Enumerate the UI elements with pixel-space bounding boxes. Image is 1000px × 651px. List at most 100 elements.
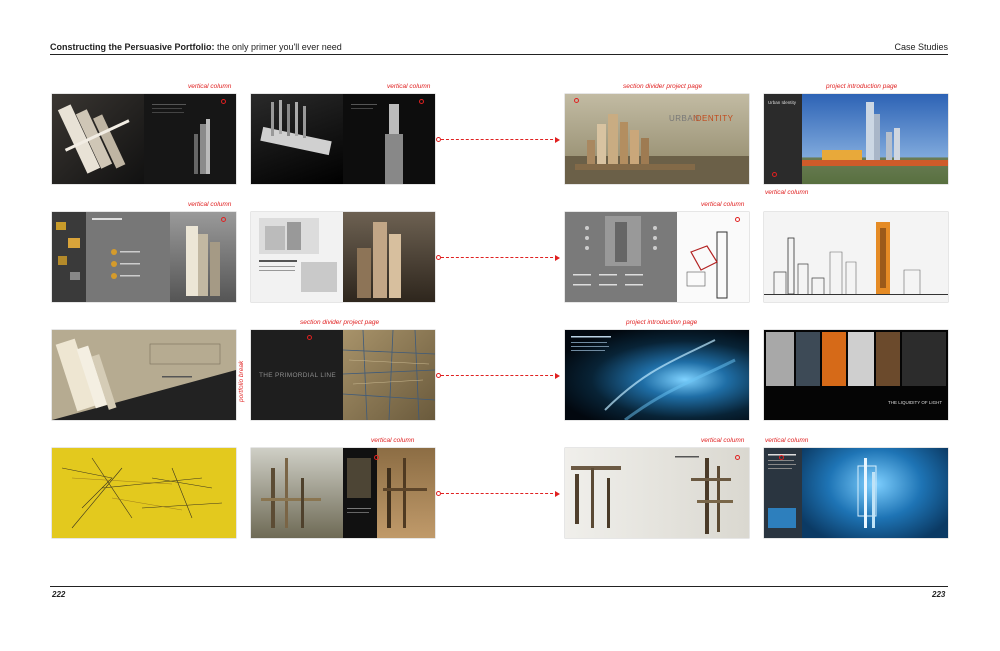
- model-photo: [261, 458, 321, 528]
- annotation-label: vertical column: [701, 201, 745, 208]
- sketch-page: [259, 218, 337, 292]
- liquidity-title: THE LIQUIDITY OF LIGHT: [888, 400, 943, 405]
- skyline-photo: [802, 102, 948, 166]
- column-text: [347, 458, 371, 513]
- model-photo: [152, 104, 210, 174]
- spread-thumbnail: [52, 94, 236, 184]
- spread-right-page: [802, 94, 948, 184]
- annotation-marker: [779, 455, 784, 460]
- model-photo: [357, 222, 401, 298]
- column-text: [768, 454, 796, 528]
- light-photo-strip: [766, 332, 946, 386]
- model-photo: [52, 330, 236, 420]
- arrow-origin-marker: [436, 373, 441, 378]
- annotation-label: vertical column: [701, 437, 745, 444]
- spread-left-page: [764, 448, 802, 538]
- arrow-origin-marker: [436, 491, 441, 496]
- spread-thumbnail: [251, 94, 435, 184]
- spread-thumbnail: [52, 448, 236, 538]
- light-photo: [571, 336, 736, 420]
- annotation-label: section divider project page: [623, 83, 703, 90]
- spread-left-page: [565, 212, 677, 302]
- spread-thumbnail: [565, 448, 749, 538]
- spread-thumbnail: [764, 212, 948, 302]
- spread-thumbnail: [565, 212, 749, 302]
- spread-left-page: THE PRIMORDIAL LINE: [251, 330, 343, 420]
- relation-arrow: [436, 254, 560, 261]
- spread-thumbnail: URBAN IDENTITY: [565, 94, 749, 184]
- site-map: [56, 222, 80, 280]
- section-drawing: [686, 231, 728, 299]
- arrow-origin-marker: [436, 137, 441, 142]
- spread-right-page: [343, 212, 435, 302]
- spread-thumbnail: Urban Identity: [764, 94, 948, 184]
- spread-thumbnail: [565, 330, 749, 420]
- annotation-label: project introduction page: [826, 83, 898, 90]
- annotation-marker: [735, 217, 740, 222]
- spread-right-page: [342, 330, 435, 420]
- spread-left-page: [52, 212, 86, 302]
- model-photo: [186, 226, 220, 296]
- model-photo: [351, 104, 403, 184]
- diagram-page: [573, 216, 657, 286]
- model-photo: [57, 104, 130, 174]
- arrow-origin-marker: [436, 255, 441, 260]
- spread-left-page: Urban Identity: [764, 94, 802, 184]
- primordial-line-title: THE PRIMORDIAL LINE: [259, 372, 336, 379]
- skyline-drawing: [764, 212, 948, 302]
- intro-title: Urban Identity: [768, 100, 797, 105]
- spread-middle-page: [86, 212, 170, 302]
- page-number-left: 222: [52, 590, 66, 599]
- spread-right-page: [377, 448, 435, 538]
- spread-right-page: [343, 94, 435, 184]
- spread-left-page: [251, 94, 343, 184]
- annotation-marker: [772, 172, 777, 177]
- relation-arrow: [436, 372, 560, 379]
- title-rest: the only primer you'll ever need: [214, 42, 342, 52]
- annotation-label: vertical column: [765, 189, 809, 196]
- spread-middle-page: [343, 448, 377, 538]
- spread-thumbnail: [251, 212, 435, 302]
- annotation-label: vertical column: [188, 83, 232, 90]
- page-number-right: 223: [932, 590, 946, 599]
- spread-thumbnail: THE LIQUIDITY OF LIGHT: [764, 330, 948, 420]
- running-header-title: Constructing the Persuasive Portfolio: t…: [50, 42, 342, 52]
- annotation-marker: [374, 455, 379, 460]
- model-photo: [260, 100, 332, 156]
- annotation-marker: [221, 99, 226, 104]
- texture-photo: [342, 330, 435, 420]
- urban-identity-line2: IDENTITY: [693, 114, 734, 123]
- spread-thumbnail: THE PRIMORDIAL LINE: [251, 330, 435, 420]
- spread-left-page: [251, 448, 343, 538]
- spread-thumbnail: [251, 448, 435, 538]
- spread-thumbnail: [52, 330, 236, 420]
- annotation-label: vertical column: [765, 437, 809, 444]
- annotation-label: section divider project page: [300, 319, 380, 326]
- annotation-label: vertical column: [387, 83, 431, 90]
- footer-rule: [50, 586, 948, 587]
- yellow-drawing: [61, 457, 223, 529]
- diagram-list: [92, 218, 140, 279]
- header-rule: [50, 54, 948, 55]
- model-photo: [565, 114, 749, 184]
- model-photo: [571, 456, 733, 534]
- spread-right-page: [677, 212, 749, 302]
- spread-right-page: [144, 94, 236, 184]
- annotation-label: vertical column: [371, 437, 415, 444]
- relation-arrow: [436, 490, 560, 497]
- annotation-marker: [735, 455, 740, 460]
- spread-right-page: [170, 212, 236, 302]
- annotation-label: project introduction page: [626, 319, 698, 326]
- section-name: Case Studies: [894, 42, 948, 52]
- annotation-marker: [307, 335, 312, 340]
- annotation-marker: [221, 217, 226, 222]
- spread-thumbnail: [764, 448, 948, 538]
- annotation-label: vertical column: [188, 201, 232, 208]
- relation-arrow: [436, 136, 560, 143]
- spread-left-page: [52, 94, 144, 184]
- underwater-photo: [857, 458, 877, 528]
- spread-thumbnail: [52, 212, 236, 302]
- spread-left-page: [251, 212, 343, 302]
- spread-right-page: [802, 448, 948, 538]
- annotation-marker: [419, 99, 424, 104]
